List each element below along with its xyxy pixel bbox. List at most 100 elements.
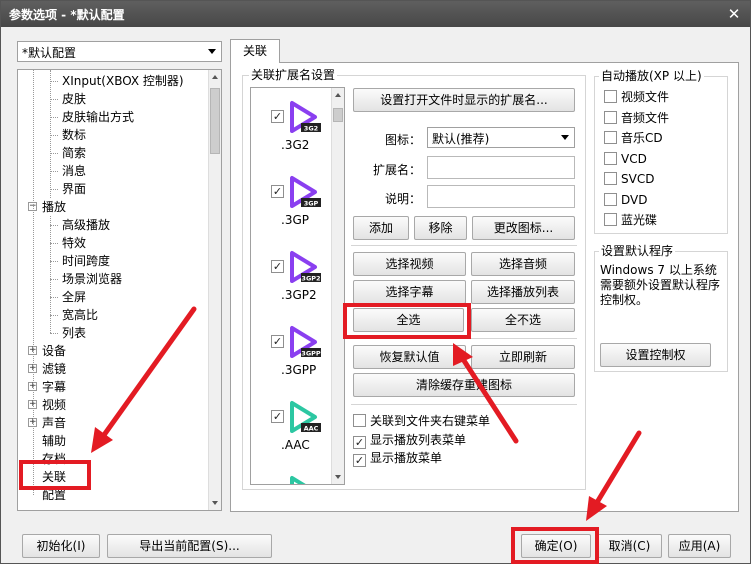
- tree-item[interactable]: 辅助: [42, 432, 66, 450]
- extension-checkbox[interactable]: ✓: [271, 185, 284, 198]
- tree-item[interactable]: 特效: [62, 234, 86, 252]
- autoplay-checkbox[interactable]: [604, 131, 617, 144]
- scroll-down-icon[interactable]: [335, 475, 341, 479]
- restore-defaults-button[interactable]: 恢复默认值: [353, 345, 466, 369]
- autoplay-option[interactable]: 音乐CD: [604, 131, 663, 145]
- title-bar[interactable]: 参数选项 - *默认配置 ✕: [1, 1, 750, 27]
- autoplay-checkbox[interactable]: [604, 172, 617, 185]
- format-badge-text: AAC: [304, 425, 319, 433]
- icon-select[interactable]: 默认(推荐): [427, 127, 575, 148]
- description-input[interactable]: [427, 185, 575, 208]
- initialize-button[interactable]: 初始化(I): [22, 534, 100, 558]
- file-type-icon: 3GP2: [290, 251, 321, 283]
- tree-item[interactable]: 设备: [42, 342, 66, 360]
- autoplay-checkbox[interactable]: [604, 110, 617, 124]
- tree-item[interactable]: 皮肤输出方式: [62, 108, 134, 126]
- autoplay-checkbox[interactable]: [604, 213, 617, 226]
- extension-item[interactable]: ✓ 3GPP .3GPP: [251, 319, 331, 395]
- scroll-thumb[interactable]: [210, 88, 220, 154]
- autoplay-option[interactable]: DVD: [604, 192, 647, 207]
- tree-item[interactable]: 皮肤: [62, 90, 86, 108]
- extension-item[interactable]: ✓ AAC .AAC: [251, 394, 331, 470]
- autoplay-checkbox[interactable]: [604, 192, 617, 206]
- file-type-icon: 3GPP: [290, 326, 321, 358]
- file-type-icon: AAC: [290, 401, 321, 433]
- playlist-menu-checkbox[interactable]: ✓: [353, 436, 366, 449]
- folder-menu-option[interactable]: 关联到文件夹右键菜单: [353, 414, 490, 428]
- select-subtitle-button[interactable]: 选择字幕: [353, 280, 466, 304]
- tree-item[interactable]: 全屏: [62, 288, 86, 306]
- scroll-up-icon[interactable]: [212, 75, 218, 79]
- change-icon-button[interactable]: 更改图标...: [472, 216, 575, 240]
- select-none-button[interactable]: 全不选: [471, 308, 575, 332]
- scroll-up-icon[interactable]: [335, 93, 341, 97]
- autoplay-option[interactable]: VCD: [604, 151, 647, 166]
- rebuild-icon-cache-button[interactable]: 清除缓存重建图标: [353, 373, 575, 397]
- profile-select[interactable]: *默认配置: [17, 41, 222, 62]
- apply-button[interactable]: 应用(A): [668, 534, 731, 558]
- tree-item[interactable]: 简索: [62, 144, 86, 162]
- tree-connector: [50, 243, 58, 244]
- ext-name-input[interactable]: [427, 156, 575, 179]
- tree-item[interactable]: 数标: [62, 126, 86, 144]
- chevron-down-icon: [561, 135, 569, 140]
- autoplay-checkbox[interactable]: [604, 151, 617, 165]
- autoplay-option[interactable]: 视频文件: [604, 90, 669, 104]
- extension-checkbox[interactable]: ✓: [271, 410, 284, 423]
- extension-item[interactable]: ✓ 3GP2 .3GP2: [251, 244, 331, 320]
- select-playlist-button[interactable]: 选择播放列表: [471, 280, 575, 304]
- remove-button[interactable]: 移除: [414, 216, 467, 240]
- refresh-now-button[interactable]: 立即刷新: [471, 345, 575, 369]
- extension-item[interactable]: ✓ 3GP .3GP: [251, 169, 331, 245]
- extension-label: .3GP: [281, 213, 309, 227]
- autoplay-option[interactable]: SVCD: [604, 172, 654, 186]
- icon-label: 图标：: [385, 133, 422, 147]
- default-program-note: Windows 7 以上系统需要额外设置默认程序控制权。: [600, 263, 721, 307]
- tree-item[interactable]: 高级播放: [62, 216, 110, 234]
- extension-item[interactable]: ✓ 3G2 .3G2: [251, 94, 331, 170]
- tree-item[interactable]: 界面: [62, 180, 86, 198]
- playlist-menu-option[interactable]: ✓ 显示播放列表菜单: [353, 433, 466, 449]
- scroll-thumb[interactable]: [333, 108, 343, 122]
- tree-item[interactable]: 列表: [62, 324, 86, 342]
- tree-item[interactable]: 字幕: [42, 378, 66, 396]
- set-control-button[interactable]: 设置控制权: [600, 343, 711, 367]
- extension-checkbox[interactable]: ✓: [271, 335, 284, 348]
- set-display-ext-button[interactable]: 设置打开文件时显示的扩展名...: [353, 88, 575, 112]
- tree-item[interactable]: 视频: [42, 396, 66, 414]
- cancel-button[interactable]: 取消(C): [597, 534, 662, 558]
- extension-item[interactable]: [251, 469, 331, 484]
- export-config-button[interactable]: 导出当前配置(S)...: [107, 534, 272, 558]
- extension-checkbox[interactable]: ✓: [271, 260, 284, 273]
- play-menu-checkbox[interactable]: ✓: [353, 454, 366, 467]
- tree-item[interactable]: 消息: [62, 162, 86, 180]
- extension-list-scrollbar[interactable]: [331, 88, 344, 484]
- tree-item[interactable]: 场景浏览器: [62, 270, 122, 288]
- tree-item[interactable]: 滤镜: [42, 360, 66, 378]
- file-type-icon: 3GP: [290, 176, 321, 208]
- close-icon[interactable]: ✕: [724, 4, 744, 24]
- add-button[interactable]: 添加: [353, 216, 409, 240]
- tree-item[interactable]: 时间跨度: [62, 252, 110, 270]
- tree-item[interactable]: 宽高比: [62, 306, 98, 324]
- play-menu-option[interactable]: ✓ 显示播放菜单: [353, 451, 442, 467]
- tree-item[interactable]: 声音: [42, 414, 66, 432]
- tree-scrollbar[interactable]: [208, 70, 221, 510]
- autoplay-option[interactable]: 蓝光碟: [604, 213, 657, 227]
- extension-checkbox[interactable]: ✓: [271, 110, 284, 123]
- ext-name-label: 扩展名：: [373, 163, 422, 177]
- tab-association[interactable]: 关联: [230, 39, 280, 63]
- file-type-icon: 3G2: [290, 101, 321, 133]
- tree-item[interactable]: 播放: [42, 198, 66, 216]
- settings-tree: XInput(XBOX 控制器) 皮肤 皮肤输出方式 数标 简索 消息 界面 − 播放 高级播放特…: [17, 69, 222, 511]
- select-video-button[interactable]: 选择视频: [353, 252, 466, 276]
- autoplay-checkbox[interactable]: [604, 90, 617, 103]
- scroll-down-icon[interactable]: [212, 501, 218, 505]
- autoplay-option[interactable]: 音频文件: [604, 110, 669, 125]
- annotation-box-select-all: [343, 303, 471, 339]
- tree-item[interactable]: XInput(XBOX 控制器): [62, 72, 184, 90]
- folder-menu-checkbox[interactable]: [353, 414, 366, 427]
- select-audio-button[interactable]: 选择音频: [471, 252, 575, 276]
- autoplay-option-label: SVCD: [621, 172, 655, 186]
- play-triangle-icon: [290, 476, 306, 484]
